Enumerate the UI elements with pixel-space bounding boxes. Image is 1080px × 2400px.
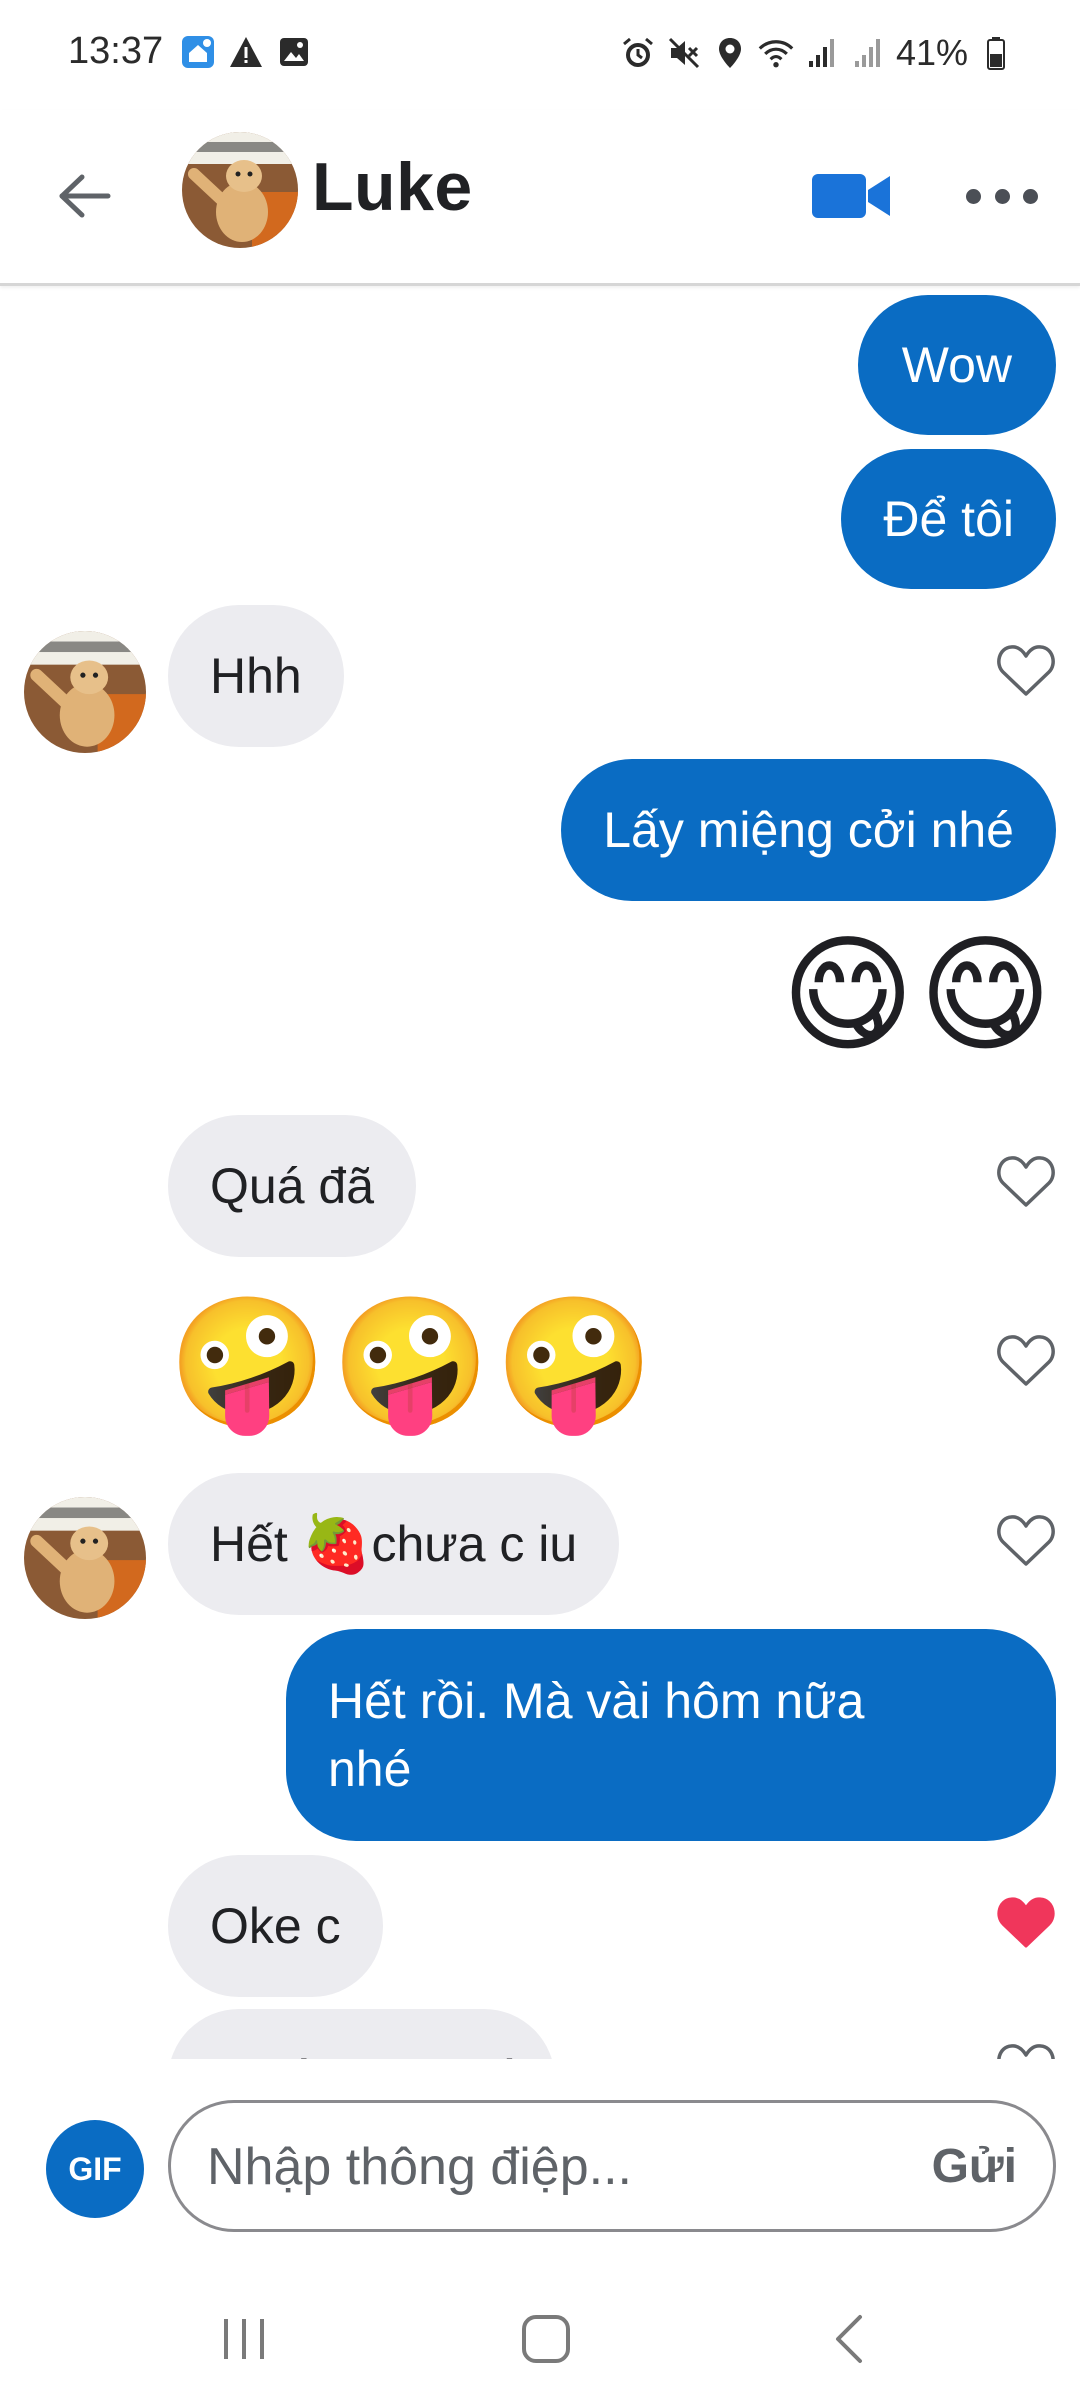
incoming-message[interactable]: Quá đã (168, 1115, 417, 1257)
mute-icon (666, 35, 702, 71)
wifi-icon (758, 35, 794, 71)
outgoing-message[interactable]: Để tôi (841, 449, 1056, 589)
dog-avatar-image (182, 132, 298, 248)
contact-name[interactable]: Luke (312, 148, 473, 226)
message-composer: GIF Gửi (0, 2080, 1080, 2260)
recent-apps-icon (224, 2319, 264, 2359)
home-notification-icon (180, 34, 216, 70)
gallery-icon (276, 34, 312, 70)
system-navigation-bar (0, 2270, 1080, 2400)
heart-outline-icon[interactable] (996, 1332, 1056, 1388)
incoming-message[interactable]: Hết 🍓 chưa c iu (168, 1473, 620, 1615)
video-call-button[interactable] (810, 162, 894, 230)
back-button[interactable] (48, 160, 120, 232)
incoming-emoji-message[interactable]: 🤪🤪🤪 (168, 1289, 658, 1439)
chevron-left-icon (836, 2315, 862, 2363)
incoming-message[interactable]: Oke c (168, 1855, 383, 1997)
dog-avatar-image (24, 1497, 146, 1619)
heart-outline-icon[interactable] (996, 1512, 1056, 1568)
contact-avatar-small[interactable] (24, 631, 146, 753)
message-text: Hết (210, 1516, 302, 1572)
message-text: Hhh (210, 648, 302, 704)
contact-avatar-small[interactable] (24, 1497, 146, 1619)
status-time: 13:37 (68, 30, 164, 72)
video-camera-icon (812, 174, 890, 218)
message-list[interactable]: Wow Để tôi Hhh Lấy miệng cởi nhé 😋😋 Quá … (0, 289, 1080, 2059)
message-input[interactable] (207, 2127, 857, 2207)
battery-percent: 41% (895, 32, 968, 73)
message-text: Để tôi (883, 491, 1014, 547)
message-text: Lấy miệng cởi nhé (603, 802, 1014, 858)
message-text: Wow (901, 337, 1012, 393)
dot (994, 188, 1010, 204)
heart-outline-icon[interactable] (996, 2041, 1056, 2059)
emoji-text: 🤪🤪🤪 (168, 1292, 659, 1435)
signal-icon (850, 35, 886, 71)
chat-header: Luke (0, 110, 1080, 286)
back-arrow-icon (59, 174, 111, 218)
dog-avatar-image (24, 631, 146, 753)
heart-outline-icon[interactable] (996, 642, 1056, 698)
dot (1023, 188, 1038, 204)
heart-filled-icon[interactable] (996, 1894, 1056, 1950)
message-text-line: Hết rồi. Mà vài hôm nữa (328, 1673, 865, 1729)
system-icons: 41% (620, 32, 1014, 74)
signal-icon (804, 35, 840, 71)
gif-button[interactable]: GIF (46, 2120, 144, 2218)
message-text: Quá đã (210, 1158, 375, 1214)
strawberry-emoji: 🍓 (301, 1512, 372, 1575)
alarm-icon (620, 35, 656, 71)
emoji-text: 😋😋 (781, 924, 1056, 1067)
message-text: Oke c (210, 1898, 341, 1954)
message-text-line: nhé (328, 1741, 412, 1797)
more-options-button[interactable] (966, 166, 1038, 226)
dot (966, 188, 981, 204)
outgoing-emoji-message[interactable]: 😋😋 (781, 921, 1056, 1071)
battery-icon (978, 35, 1014, 71)
heart-outline-icon[interactable] (996, 1153, 1056, 1209)
outgoing-message[interactable]: Hết rồi. Mà vài hôm nữa nhé (286, 1629, 1056, 1841)
send-button[interactable]: Gửi (932, 2139, 1017, 2194)
message-input-box[interactable]: Gửi (168, 2100, 1056, 2232)
incoming-message[interactable]: Hhh (168, 605, 344, 747)
message-text: chưa c iu (371, 1516, 578, 1572)
message-text: Thiếu hay thế (210, 2046, 513, 2059)
contact-avatar[interactable] (182, 132, 298, 248)
status-bar: 13:37 41% (0, 0, 1080, 110)
home-button[interactable] (510, 2306, 582, 2372)
incoming-message[interactable]: Thiếu hay thế (168, 2009, 555, 2059)
outgoing-message[interactable]: Wow (857, 295, 1056, 435)
home-icon (522, 2315, 570, 2363)
nav-back-button[interactable] (814, 2306, 886, 2372)
location-icon (712, 35, 748, 71)
outgoing-message[interactable]: Lấy miệng cởi nhé (561, 759, 1056, 901)
notification-icons (180, 34, 312, 70)
recent-apps-button[interactable] (208, 2306, 280, 2372)
warning-icon (228, 34, 264, 70)
